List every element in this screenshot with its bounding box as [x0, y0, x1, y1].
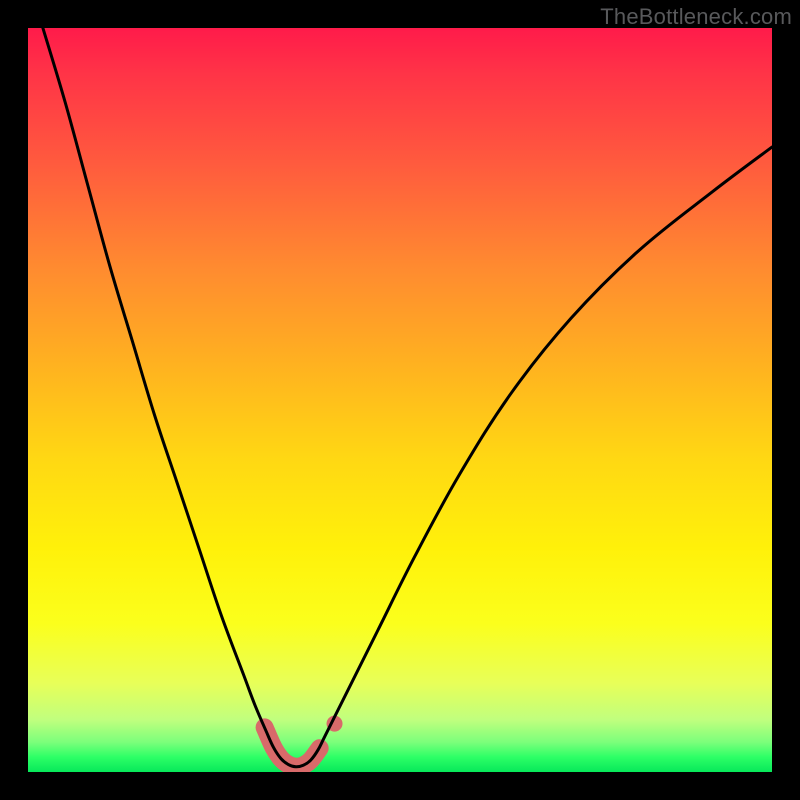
watermark-text: TheBottleneck.com [600, 4, 792, 30]
plot-area [28, 28, 772, 772]
chart-frame: TheBottleneck.com [0, 0, 800, 800]
curve-layer [28, 28, 772, 772]
bottleneck-curve [43, 28, 772, 767]
